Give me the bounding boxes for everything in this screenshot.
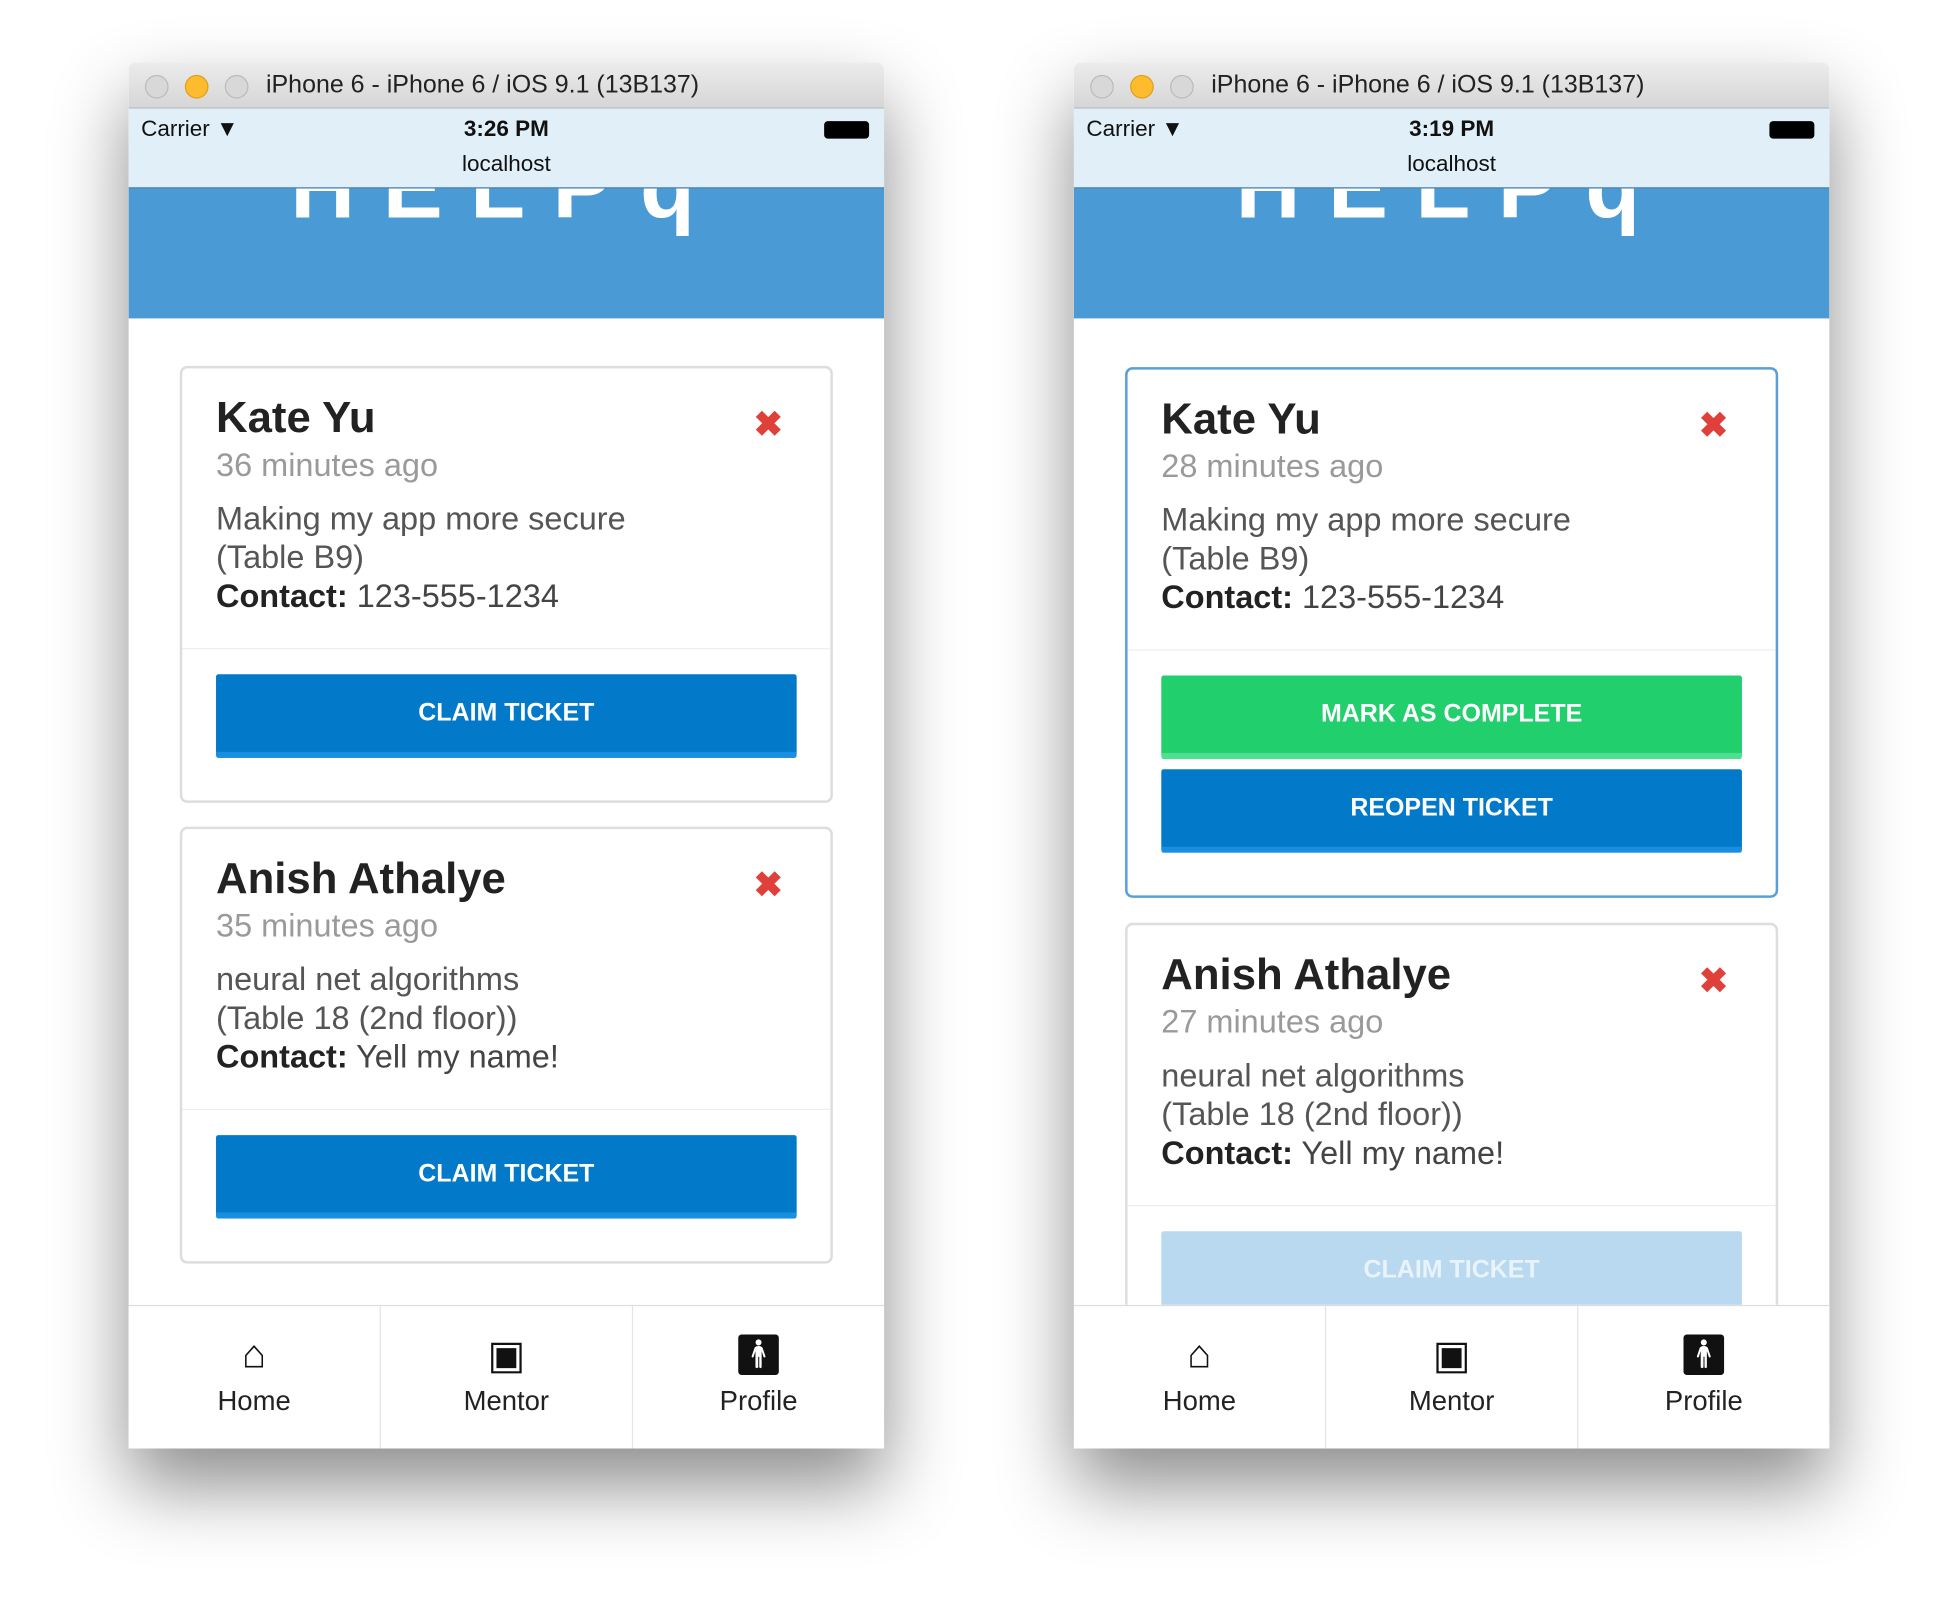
minimize-window-button[interactable] bbox=[184, 74, 209, 99]
ticket-contact: Contact: Yell my name! bbox=[216, 1037, 559, 1076]
ticket-actions: CLAIM TICKET bbox=[182, 1110, 830, 1261]
nav-label: Profile bbox=[1664, 1384, 1743, 1417]
claim-ticket-button[interactable]: CLAIM TICKET bbox=[1161, 1231, 1742, 1305]
ticket-list[interactable]: Kate Yu 28 minutes ago Making my app mor… bbox=[1074, 318, 1829, 1305]
zoom-window-button[interactable] bbox=[1170, 74, 1194, 99]
ticket-actions: MARK AS COMPLETE REOPEN TICKET bbox=[1128, 651, 1776, 896]
delete-ticket-icon[interactable]: ✖ bbox=[1699, 960, 1728, 1001]
ticket-location: (Table 18 (2nd floor)) bbox=[1161, 1095, 1463, 1133]
ticket-location: (Table B9) bbox=[1161, 539, 1310, 577]
ticket-body: Anish Athalye 35 minutes ago neural net … bbox=[182, 829, 831, 1111]
ticket-time: 36 minutes ago bbox=[216, 445, 439, 484]
ticket-time: 27 minutes ago bbox=[1161, 1002, 1384, 1041]
ticket-location: (Table 18 (2nd floor)) bbox=[216, 998, 518, 1037]
nav-mentor[interactable]: ▣ Mentor bbox=[381, 1306, 634, 1449]
nav-label: Profile bbox=[719, 1384, 798, 1417]
ticket-body: Kate Yu 36 minutes ago Making my app mor… bbox=[182, 368, 831, 650]
ticket-name: Anish Athalye bbox=[216, 854, 506, 903]
ticket-topic: Making my app more secure bbox=[216, 499, 626, 537]
nav-profile[interactable]: 🚹︎ Profile bbox=[1578, 1306, 1829, 1448]
nav-profile[interactable]: 🚹︎ Profile bbox=[633, 1306, 884, 1448]
ticket-name: Kate Yu bbox=[216, 393, 376, 443]
window-title: iPhone 6 - iPhone 6 / iOS 9.1 (13B137) bbox=[265, 71, 700, 99]
nav-home[interactable]: ⌂ Home bbox=[1074, 1306, 1327, 1449]
ios-status-bar: Carrier ▼ 3:19 PM localhost bbox=[1073, 108, 1830, 189]
simulator-window-left: iPhone 6 - iPhone 6 / iOS 9.1 (13B137) C… bbox=[128, 62, 885, 1449]
battery-icon bbox=[1769, 121, 1815, 139]
ticket-card: Kate Yu 28 minutes ago Making my app mor… bbox=[1125, 367, 1779, 898]
app-logo: HELPq bbox=[129, 189, 884, 239]
simulator-window-right: iPhone 6 - iPhone 6 / iOS 9.1 (13B137) C… bbox=[1073, 62, 1830, 1449]
reopen-ticket-button[interactable]: REOPEN TICKET bbox=[1161, 769, 1742, 853]
ticket-body: Anish Athalye 27 minutes ago neural net … bbox=[1127, 925, 1776, 1207]
delete-ticket-icon[interactable]: ✖ bbox=[754, 864, 783, 905]
ticket-card: Kate Yu 36 minutes ago Making my app mor… bbox=[179, 365, 833, 803]
ticket-actions: CLAIM TICKET bbox=[1128, 1206, 1776, 1305]
battery-icon bbox=[824, 121, 870, 139]
ticket-contact: Contact: 123-555-1234 bbox=[216, 576, 559, 615]
person-icon: 🚹︎ bbox=[1678, 1332, 1730, 1378]
ticket-location: (Table B9) bbox=[216, 538, 364, 576]
minimize-window-button[interactable] bbox=[1130, 74, 1154, 99]
close-window-button[interactable] bbox=[144, 74, 169, 99]
delete-ticket-icon[interactable]: ✖ bbox=[754, 403, 783, 444]
nav-label: Home bbox=[217, 1384, 291, 1417]
ticket-time: 28 minutes ago bbox=[1161, 447, 1384, 485]
bottom-nav: ⌂ Home ▣ Mentor 🚹︎ Profile bbox=[1073, 1304, 1830, 1449]
ticket-actions: CLAIM TICKET bbox=[182, 649, 830, 800]
ticket-list[interactable]: Kate Yu 36 minutes ago Making my app mor… bbox=[129, 318, 884, 1304]
ticket-card: Anish Athalye 35 minutes ago neural net … bbox=[179, 826, 833, 1264]
ticket-name: Anish Athalye bbox=[1161, 950, 1452, 999]
claim-ticket-button[interactable]: CLAIM TICKET bbox=[216, 674, 797, 758]
clock: 3:26 PM bbox=[463, 116, 549, 142]
nav-label: Mentor bbox=[1408, 1384, 1495, 1417]
ticket-name: Kate Yu bbox=[1161, 394, 1321, 444]
person-icon: 🚹︎ bbox=[733, 1332, 784, 1378]
url-bar[interactable]: localhost bbox=[129, 151, 884, 177]
ticket-contact: Contact: Yell my name! bbox=[1161, 1133, 1505, 1172]
ticket-time: 35 minutes ago bbox=[216, 906, 439, 945]
clock: 3:19 PM bbox=[1409, 116, 1495, 142]
delete-ticket-icon[interactable]: ✖ bbox=[1699, 405, 1728, 446]
ticket-topic: neural net algorithms bbox=[1161, 1056, 1465, 1094]
home-icon: ⌂ bbox=[242, 1331, 267, 1377]
ticket-body: Kate Yu 28 minutes ago Making my app mor… bbox=[1127, 370, 1776, 651]
ticket-card: Anish Athalye 27 minutes ago neural net … bbox=[1125, 922, 1779, 1305]
ticket-topic: neural net algorithms bbox=[216, 960, 520, 998]
home-icon: ⌂ bbox=[1187, 1331, 1212, 1377]
mark-complete-button[interactable]: MARK AS COMPLETE bbox=[1161, 675, 1742, 760]
nav-label: Home bbox=[1162, 1384, 1237, 1417]
nav-home[interactable]: ⌂ Home bbox=[129, 1306, 381, 1449]
zoom-window-button[interactable] bbox=[224, 74, 249, 99]
nav-label: Mentor bbox=[463, 1384, 550, 1417]
inbox-icon: ▣ bbox=[1432, 1332, 1471, 1378]
app-header: HELPq bbox=[128, 188, 885, 319]
app-logo: HELPq bbox=[1074, 189, 1829, 239]
nav-mentor[interactable]: ▣ Mentor bbox=[1326, 1306, 1579, 1449]
bottom-nav: ⌂ Home ▣ Mentor 🚹︎ Profile bbox=[128, 1304, 885, 1449]
app-header: HELPq bbox=[1073, 188, 1830, 319]
ticket-contact: Contact: 123-555-1234 bbox=[1161, 578, 1505, 616]
window-title: iPhone 6 - iPhone 6 / iOS 9.1 (13B137) bbox=[1211, 71, 1645, 99]
url-bar[interactable]: localhost bbox=[1074, 151, 1829, 177]
ios-status-bar: Carrier ▼ 3:26 PM localhost bbox=[128, 108, 885, 189]
claim-ticket-button[interactable]: CLAIM TICKET bbox=[216, 1135, 797, 1219]
inbox-icon: ▣ bbox=[487, 1332, 526, 1378]
close-window-button[interactable] bbox=[1090, 74, 1114, 99]
ticket-topic: Making my app more secure bbox=[1161, 500, 1571, 539]
title-bar: iPhone 6 - iPhone 6 / iOS 9.1 (13B137) bbox=[128, 62, 885, 109]
title-bar: iPhone 6 - iPhone 6 / iOS 9.1 (13B137) bbox=[1073, 62, 1830, 109]
